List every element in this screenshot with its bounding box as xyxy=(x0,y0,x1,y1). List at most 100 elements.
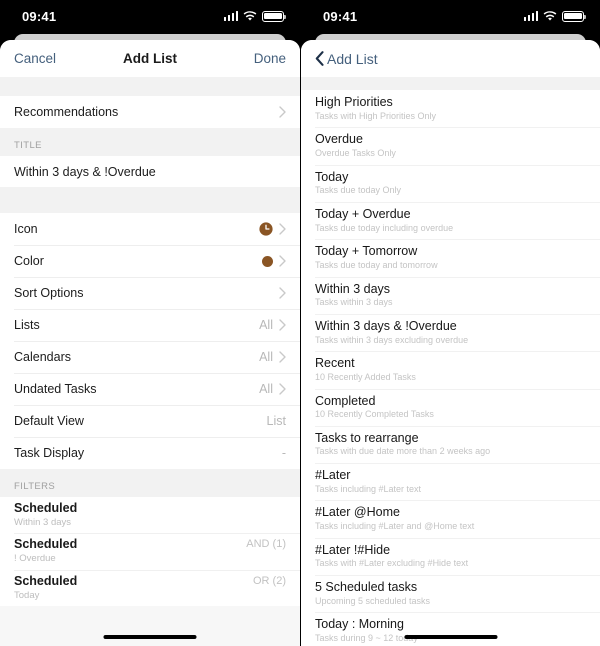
filter-main: Scheduled Today xyxy=(14,574,77,601)
row-calendars[interactable]: Calendars All xyxy=(0,341,300,373)
settings-scroll-content[interactable]: Recommendations TITLE Within 3 days & !O… xyxy=(0,77,300,646)
list-item[interactable]: #Later @Home Tasks including #Later and @… xyxy=(301,500,600,538)
row-accessory: All xyxy=(259,350,286,364)
list-item-subtitle: 10 Recently Completed Tasks xyxy=(315,409,434,420)
list-item-title: Today + Overdue xyxy=(315,206,411,221)
list-item[interactable]: #Later Tasks including #Later text xyxy=(301,463,600,501)
navigation-bar: Cancel Add List Done xyxy=(0,40,300,77)
home-indicator xyxy=(404,635,497,639)
row-label: Icon xyxy=(14,222,38,236)
row-label: Undated Tasks xyxy=(14,382,97,396)
row-label: Task Display xyxy=(14,446,85,460)
row-value: List xyxy=(266,414,286,428)
recommendation-list: High Priorities Tasks with High Prioritie… xyxy=(301,90,600,646)
recommendations-scroll-content[interactable]: High Priorities Tasks with High Prioritie… xyxy=(301,77,600,646)
row-title-value[interactable]: Within 3 days & !Overdue xyxy=(0,156,300,187)
battery-icon xyxy=(562,10,586,22)
list-item[interactable]: Today + Tomorrow Tasks due today and tomo… xyxy=(301,239,600,277)
wifi-icon xyxy=(243,10,257,21)
list-item[interactable]: 5 Scheduled tasks Upcoming 5 scheduled ta… xyxy=(301,575,600,613)
list-item-title: Recent xyxy=(315,356,355,371)
row-label: Recommendations xyxy=(14,105,119,119)
list-item-subtitle: Tasks within 3 days xyxy=(315,297,393,308)
row-default-view[interactable]: Default View List xyxy=(0,405,300,437)
list-item-subtitle: Tasks including #Later text xyxy=(315,483,422,494)
list-item-title: Within 3 days xyxy=(315,281,391,296)
list-item[interactable]: Tasks to rearrange Tasks with due date mo… xyxy=(301,425,600,464)
list-item-subtitle: Tasks with High Priorities Only xyxy=(315,110,437,121)
list-item[interactable]: Completed 10 Recently Completed Tasks xyxy=(301,388,600,426)
battery-icon xyxy=(262,10,286,22)
chevron-right-icon xyxy=(279,287,286,299)
row-task-display[interactable]: Task Display - xyxy=(0,437,300,469)
chevron-right-icon xyxy=(279,351,286,363)
list-item[interactable]: Within 3 days & !Overdue Tasks within 3 d… xyxy=(301,313,600,352)
status-time: 09:41 xyxy=(22,8,57,24)
cancel-button[interactable]: Cancel xyxy=(14,51,56,66)
row-recommendations[interactable]: Recommendations xyxy=(0,96,300,128)
status-time: 09:41 xyxy=(323,8,358,24)
list-item-title: Today : Morning xyxy=(315,617,404,632)
row-accessory: All xyxy=(259,318,286,332)
list-item[interactable]: Overdue Overdue Tasks Only xyxy=(301,127,600,165)
list-item-title: Within 3 days & !Overdue xyxy=(315,318,457,333)
status-bar: 09:41 xyxy=(0,0,300,32)
list-item-subtitle: Tasks due today including overdue xyxy=(315,222,454,233)
title-section-header: TITLE xyxy=(0,128,300,156)
row-label: Default View xyxy=(14,414,84,428)
navigation-bar: Add List xyxy=(301,40,600,77)
row-label: Calendars xyxy=(14,350,71,364)
list-item[interactable]: #Later !#Hide Tasks with #Later excluding… xyxy=(301,537,600,576)
row-accessory xyxy=(279,106,286,118)
filter-row[interactable]: Scheduled! Overdue AND (1) xyxy=(0,533,300,570)
list-item-title: Today xyxy=(315,169,349,184)
cellular-signal-icon xyxy=(523,11,538,21)
right-phone-screen: 09:41 Add List High Priorities Tasks wit… xyxy=(300,0,600,646)
color-swatch xyxy=(262,255,273,267)
row-accessory xyxy=(279,287,286,299)
filter-operator-badge: AND (1) xyxy=(246,538,286,551)
status-icons xyxy=(523,10,586,22)
chevron-right-icon xyxy=(279,255,286,267)
chevron-right-icon xyxy=(279,319,286,331)
list-item-subtitle: Tasks due today Only xyxy=(315,185,402,196)
filter-title: Scheduled xyxy=(14,501,78,515)
list-item[interactable]: Recent 10 Recently Added Tasks xyxy=(301,351,600,389)
recommendations-sheet: Add List High Priorities Tasks with High … xyxy=(301,40,600,646)
done-button[interactable]: Done xyxy=(254,51,286,66)
filters-group: Scheduled Within 3 days Scheduled! Overdue… xyxy=(0,497,300,607)
list-item[interactable]: Today + Overdue Tasks due today including… xyxy=(301,201,600,240)
list-item-title: Overdue xyxy=(315,132,363,147)
row-lists[interactable]: Lists All xyxy=(0,309,300,341)
filter-main: Scheduled Within 3 days xyxy=(14,501,77,528)
home-indicator xyxy=(103,635,197,639)
list-title-input[interactable]: Within 3 days & !Overdue xyxy=(14,165,156,179)
spacer xyxy=(0,187,300,213)
back-button-label: Add List xyxy=(327,50,378,67)
list-item-title: High Priorities xyxy=(315,95,393,109)
list-item[interactable]: Today Tasks due today Only xyxy=(301,164,600,202)
row-accessory xyxy=(262,255,286,267)
list-item-title: #Later !#Hide xyxy=(315,542,391,557)
list-item-title: #Later xyxy=(315,468,351,483)
row-icon[interactable]: Icon xyxy=(0,213,300,245)
list-item-title: #Later @Home xyxy=(315,505,400,520)
row-sort-options[interactable]: Sort Options xyxy=(0,277,300,309)
row-value: All xyxy=(259,318,273,332)
add-list-sheet: Cancel Add List Done Recommendations TIT… xyxy=(0,40,300,646)
filter-operator-badge: OR (2) xyxy=(253,574,286,587)
list-item[interactable]: Within 3 days Tasks within 3 days xyxy=(301,276,600,314)
list-settings-group: Icon Color Sort Options Lists All Calendars Al… xyxy=(0,213,300,469)
list-item-subtitle: 10 Recently Added Tasks xyxy=(315,371,416,382)
list-item-title: Completed xyxy=(315,393,376,408)
wifi-icon xyxy=(543,10,557,21)
list-item[interactable]: High Priorities Tasks with High Prioritie… xyxy=(301,90,600,128)
list-item[interactable]: Today : Morning Tasks during 9 ~ 12 today xyxy=(301,612,600,646)
row-color[interactable]: Color xyxy=(0,245,300,277)
row-undated-tasks[interactable]: Undated Tasks All xyxy=(0,373,300,405)
filter-row[interactable]: Scheduled Within 3 days xyxy=(0,497,300,534)
filter-row[interactable]: Scheduled Today OR (2) xyxy=(0,569,300,607)
back-button[interactable]: Add List xyxy=(315,51,378,67)
status-bar: 09:41 xyxy=(301,0,600,32)
filter-title: Scheduled xyxy=(14,573,78,588)
